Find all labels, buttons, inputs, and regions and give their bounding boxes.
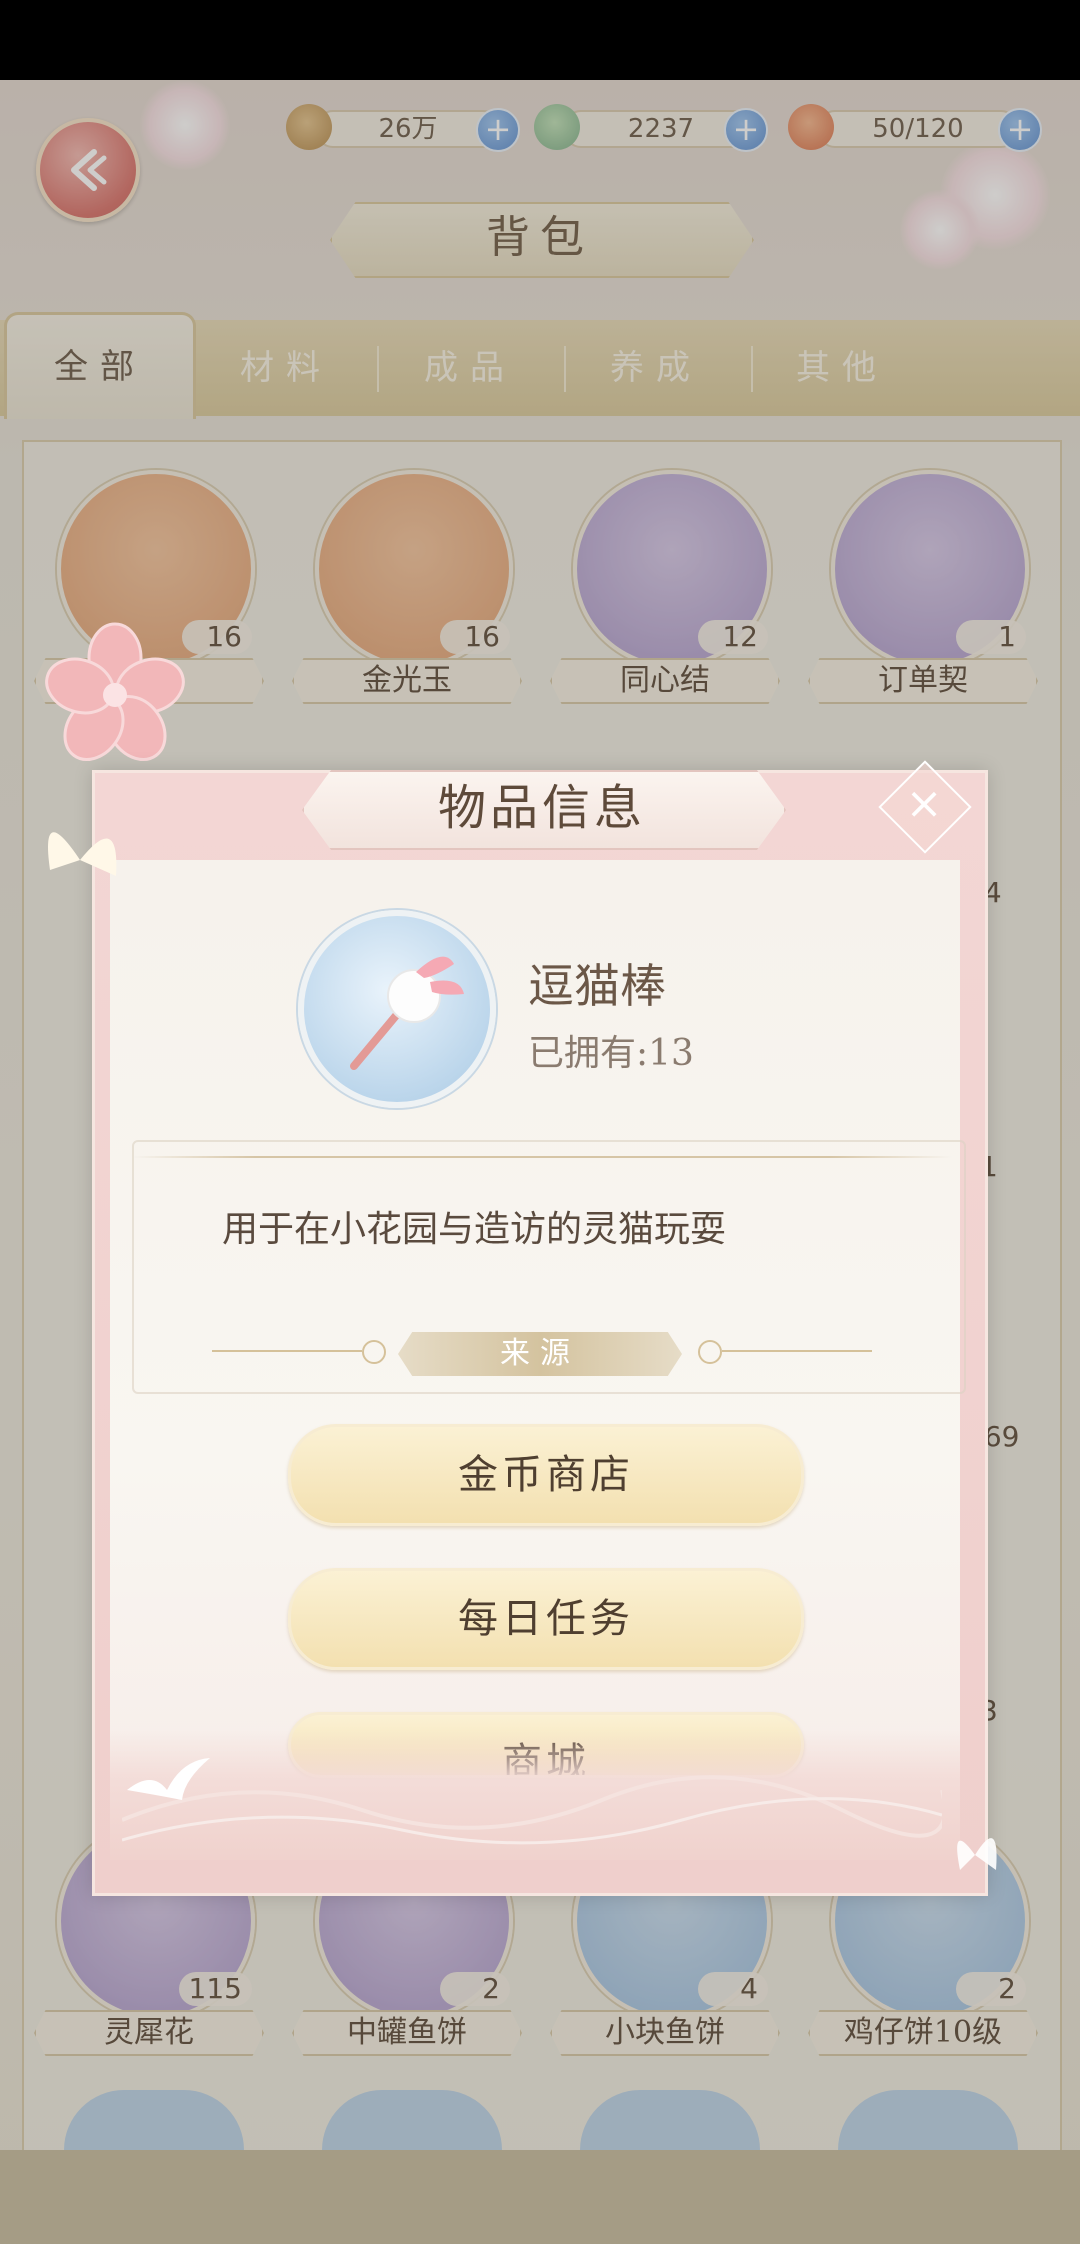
tab-cultivation[interactable]: 养成 bbox=[566, 320, 746, 416]
ornament-line bbox=[212, 1350, 362, 1352]
bottom-bar bbox=[0, 2150, 1080, 2244]
butterfly-icon bbox=[48, 832, 117, 876]
tab-other[interactable]: 其他 bbox=[752, 320, 932, 416]
jade-fish-icon bbox=[534, 104, 580, 150]
resource-jade: 2237 + bbox=[534, 104, 784, 152]
item-cell-partial bbox=[838, 2090, 1018, 2150]
add-jade-button[interactable]: + bbox=[724, 108, 768, 152]
item-count: 2 bbox=[956, 1972, 1026, 2006]
add-coins-button[interactable]: + bbox=[476, 108, 520, 152]
ornament-line bbox=[722, 1350, 872, 1352]
item-count: 4 bbox=[698, 1972, 768, 2006]
page-title: 背包 bbox=[486, 212, 594, 263]
category-tabs: 全部 材料 成品 养成 其他 bbox=[0, 312, 1080, 419]
item-owned-count: 已拥有:13 bbox=[528, 1033, 694, 1074]
tab-all[interactable]: 全部 bbox=[4, 312, 196, 419]
ornament-knot-icon bbox=[362, 1340, 386, 1364]
item-name: 同心结 bbox=[550, 658, 780, 704]
resource-value: 50/120 bbox=[818, 110, 1018, 148]
source-daily-task-button[interactable]: 每日任务 bbox=[288, 1568, 804, 1670]
dialog-title: 物品信息 bbox=[437, 780, 646, 836]
item-count: 2 bbox=[440, 1972, 510, 2006]
item-name: 鸡仔饼10级 bbox=[808, 2010, 1038, 2056]
item-description: 用于在小花园与造访的灵猫玩耍 bbox=[222, 1209, 727, 1250]
item-cell[interactable]: 12 同心结 bbox=[548, 470, 780, 704]
wave-decoration bbox=[122, 1775, 942, 1845]
tab-divider bbox=[377, 346, 379, 392]
resource-coins: 26万 + bbox=[286, 104, 520, 152]
paw-coin-icon bbox=[286, 104, 332, 150]
resource-food: 50/120 + bbox=[788, 104, 1048, 152]
item-cell[interactable]: 16 金光玉 bbox=[290, 470, 522, 704]
close-icon[interactable]: × bbox=[900, 778, 948, 830]
tab-products[interactable]: 成品 bbox=[380, 320, 560, 416]
item-name: 逗猫棒 bbox=[528, 959, 666, 1013]
sakura-flower-icon bbox=[45, 622, 185, 761]
item-count: 115 bbox=[178, 1972, 252, 2006]
item-name: 金光玉 bbox=[292, 658, 522, 704]
item-name: 小块鱼饼 bbox=[550, 2010, 780, 2056]
cherry-blossom-decoration bbox=[140, 80, 230, 170]
cat-teaser-wand-icon bbox=[350, 956, 464, 1070]
tab-materials[interactable]: 材料 bbox=[196, 320, 376, 416]
back-arrow-icon bbox=[71, 149, 107, 191]
item-image bbox=[298, 910, 496, 1108]
item-name: 中罐鱼饼 bbox=[292, 2010, 522, 2056]
item-cell-partial bbox=[580, 2090, 760, 2150]
ornament-knot-icon bbox=[698, 1340, 722, 1364]
item-cell[interactable]: 1 订单契 bbox=[806, 470, 1038, 704]
item-count: 16 bbox=[182, 620, 252, 654]
item-name: 灵犀花 bbox=[34, 2010, 264, 2056]
source-label: 来源 bbox=[398, 1332, 682, 1376]
bird-icon bbox=[127, 1758, 210, 1800]
add-food-button[interactable]: + bbox=[998, 108, 1042, 152]
source-gold-shop-button[interactable]: 金币商店 bbox=[288, 1424, 804, 1526]
item-count: 12 bbox=[698, 620, 768, 654]
cherry-blossom-decoration bbox=[900, 190, 980, 270]
item-cell-partial bbox=[322, 2090, 502, 2150]
item-count: 16 bbox=[440, 620, 510, 654]
item-name: 订单契 bbox=[808, 658, 1038, 704]
item-cell-partial bbox=[64, 2090, 244, 2150]
back-button[interactable] bbox=[36, 118, 140, 222]
food-bowl-icon bbox=[788, 104, 834, 150]
backpack-screen: 26万 + 2237 + 50/120 + 背包 全部 材料 成品 养成 其他 … bbox=[0, 80, 1080, 2244]
divider bbox=[132, 1156, 952, 1158]
item-info-dialog: 物品信息 × 逗猫棒 已拥有:13 用于在小花园与造访的灵猫玩耍 来源 金币商店… bbox=[92, 760, 997, 1896]
item-count: 1 bbox=[956, 620, 1026, 654]
butterfly-icon bbox=[957, 1838, 997, 1870]
resource-value: 26万 bbox=[316, 110, 500, 148]
